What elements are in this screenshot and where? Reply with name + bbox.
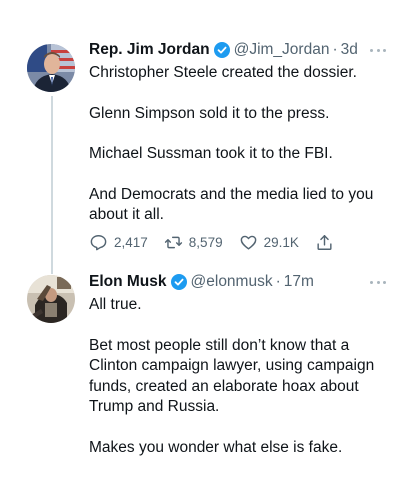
tweet-paragraph: And Democrats and the media lied to you … xyxy=(89,185,374,224)
tweet-header: Elon Musk @elonmusk · 17m xyxy=(89,272,314,292)
heart-icon xyxy=(240,235,256,250)
tweet-actions: 2,417 8,579 29.1K xyxy=(89,231,356,253)
tweet-paragraph: Bet most people still don’t know that a … xyxy=(89,336,375,416)
tweet-paragraph: Glenn Simpson sold it to the press. xyxy=(89,104,330,122)
author-name[interactable]: Elon Musk xyxy=(89,272,167,292)
tweet-paragraph: Christopher Steele created the dossier. xyxy=(89,64,357,81)
retweet-icon xyxy=(164,236,182,248)
tweet-paragraph: All true. xyxy=(89,296,142,313)
share-button[interactable] xyxy=(315,233,340,252)
more-options-icon[interactable] xyxy=(370,281,386,285)
reply-icon xyxy=(90,234,107,250)
more-options-icon[interactable] xyxy=(370,49,386,53)
tweet-paragraph: Michael Sussman took it to the FBI. xyxy=(89,145,333,162)
retweet-button[interactable]: 8,579 xyxy=(164,233,223,252)
tweet-text: Christopher Steele created the dossier. … xyxy=(89,63,389,226)
tweet-elon-musk[interactable]: Elon Musk @elonmusk · 17m All true. Bet … xyxy=(0,262,411,500)
tweet-header: Rep. Jim Jordan @Jim_Jordan · 3d xyxy=(89,40,358,60)
avatar-elon-musk[interactable] xyxy=(27,275,75,323)
share-icon xyxy=(317,234,332,250)
separator-dot: · xyxy=(275,273,281,290)
verified-badge-icon xyxy=(170,274,187,290)
tweet-jim-jordan[interactable]: Rep. Jim Jordan @Jim_Jordan · 3d Christo… xyxy=(0,0,411,274)
retweet-count: 8,579 xyxy=(188,234,223,250)
verified-badge-icon xyxy=(213,42,230,58)
reply-count: 2,417 xyxy=(114,234,148,250)
reply-button[interactable]: 2,417 xyxy=(89,233,148,252)
author-handle[interactable]: @Jim_Jordan xyxy=(234,40,330,60)
tweet-timestamp[interactable]: 3d xyxy=(341,40,358,60)
author-name[interactable]: Rep. Jim Jordan xyxy=(89,40,210,60)
separator-dot: · xyxy=(332,41,338,58)
thread-connector-line xyxy=(51,96,53,274)
tweet-paragraph: Makes you wonder what else is fake. xyxy=(89,438,343,456)
tweet-timestamp[interactable]: 17m xyxy=(284,272,314,292)
tweet-text: All true. Bet most people still don’t kn… xyxy=(89,295,379,458)
like-button[interactable]: 29.1K xyxy=(239,233,299,252)
avatar-jim-jordan[interactable] xyxy=(27,44,75,92)
author-handle[interactable]: @elonmusk xyxy=(191,272,273,292)
like-count: 29.1K xyxy=(263,234,299,250)
